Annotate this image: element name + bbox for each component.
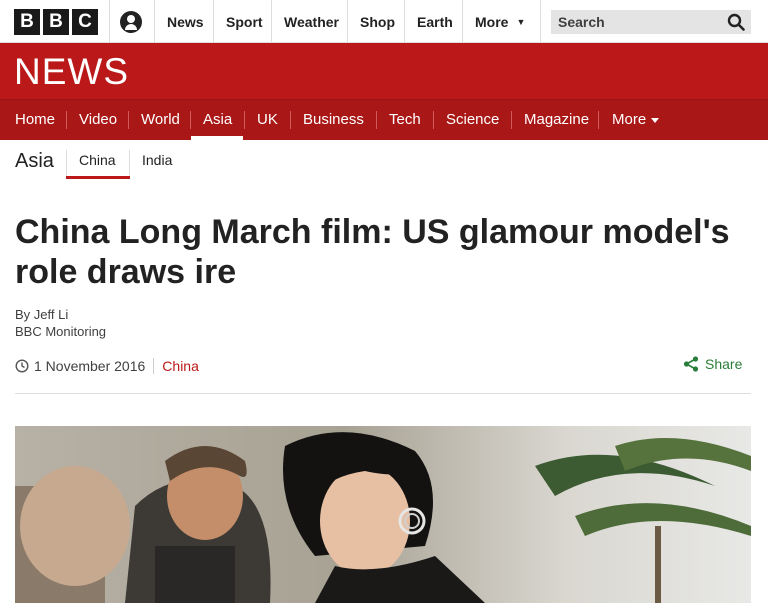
section-nav-world[interactable]: World <box>141 100 180 140</box>
search-input[interactable]: Search <box>551 10 751 34</box>
divider <box>404 0 405 43</box>
news-wordmark[interactable]: NEWS <box>14 51 129 93</box>
share-label[interactable]: Share <box>705 356 742 372</box>
topnav-earth[interactable]: Earth <box>417 0 453 43</box>
divider <box>511 111 512 129</box>
divider <box>433 111 434 129</box>
divider <box>153 358 155 374</box>
divider <box>290 111 291 129</box>
global-header: B B C News Sport Weather Shop Earth More… <box>0 0 768 43</box>
topnav-news[interactable]: News <box>167 0 204 43</box>
section-nav-tech[interactable]: Tech <box>389 100 421 140</box>
search-icon[interactable] <box>727 13 745 31</box>
topnav-more-label[interactable]: More <box>475 14 508 30</box>
bbc-logo-letter-1: B <box>14 9 40 35</box>
section-nav-business[interactable]: Business <box>303 100 364 140</box>
divider <box>15 393 751 394</box>
divider <box>66 150 67 176</box>
section-nav-more-label[interactable]: More <box>612 111 646 128</box>
divider <box>347 0 348 43</box>
subnav-title[interactable]: Asia <box>15 150 54 173</box>
author-name: By Jeff Li <box>15 307 69 322</box>
section-nav-magazine[interactable]: Magazine <box>524 100 589 140</box>
topnav-weather[interactable]: Weather <box>284 0 339 43</box>
topnav-shop[interactable]: Shop <box>360 0 395 43</box>
divider <box>540 0 541 43</box>
bbc-logo-letter-2: B <box>43 9 69 35</box>
news-banner: NEWS <box>0 43 768 99</box>
author-org: BBC Monitoring <box>15 324 107 339</box>
section-nav-uk[interactable]: UK <box>257 100 278 140</box>
topic-link[interactable]: China <box>162 358 199 374</box>
divider <box>66 111 67 129</box>
bbc-logo-letter-3: C <box>72 9 98 35</box>
section-nav-video[interactable]: Video <box>79 100 117 140</box>
section-nav: Home Video World Asia UK Business Tech S… <box>0 99 768 140</box>
topnav-news-label[interactable]: News <box>167 14 204 30</box>
article-hero-image <box>15 426 751 603</box>
account-icon[interactable] <box>120 11 142 33</box>
subnav-item-india[interactable]: India <box>142 152 172 168</box>
topnav-more[interactable]: More ▼ <box>475 0 525 43</box>
hero-photo <box>15 426 751 603</box>
divider <box>154 0 155 43</box>
topnav-earth-label[interactable]: Earth <box>417 14 453 30</box>
active-tab-indicator <box>66 176 130 179</box>
byline: By Jeff Li BBC Monitoring <box>15 306 106 340</box>
publish-date: 1 November 2016 <box>34 358 146 374</box>
divider <box>271 0 272 43</box>
divider <box>244 111 245 129</box>
topnav-sport-label[interactable]: Sport <box>226 14 263 30</box>
divider <box>129 150 130 176</box>
divider <box>598 111 599 129</box>
subnav-item-china[interactable]: China <box>79 152 116 168</box>
article-headline: China Long March film: US glamour model'… <box>15 213 730 291</box>
divider <box>213 0 214 43</box>
section-nav-science[interactable]: Science <box>446 100 499 140</box>
clock-icon <box>15 359 29 373</box>
topnav-sport[interactable]: Sport <box>226 0 263 43</box>
share-icon <box>683 356 699 372</box>
bbc-logo[interactable]: B B C <box>14 9 98 35</box>
share-button[interactable]: Share <box>683 356 742 372</box>
topnav-weather-label[interactable]: Weather <box>284 14 339 30</box>
divider <box>462 0 463 43</box>
section-nav-home[interactable]: Home <box>15 100 55 140</box>
section-nav-more[interactable]: More <box>612 100 660 140</box>
divider <box>376 111 377 129</box>
article-meta: 1 November 2016 China <box>15 358 199 374</box>
chevron-down-icon <box>651 117 660 123</box>
divider <box>128 111 129 129</box>
section-nav-asia[interactable]: Asia <box>191 100 243 140</box>
topnav-shop-label[interactable]: Shop <box>360 14 395 30</box>
divider <box>109 0 110 43</box>
search-placeholder: Search <box>558 14 605 30</box>
chevron-down-icon: ▼ <box>516 16 526 27</box>
